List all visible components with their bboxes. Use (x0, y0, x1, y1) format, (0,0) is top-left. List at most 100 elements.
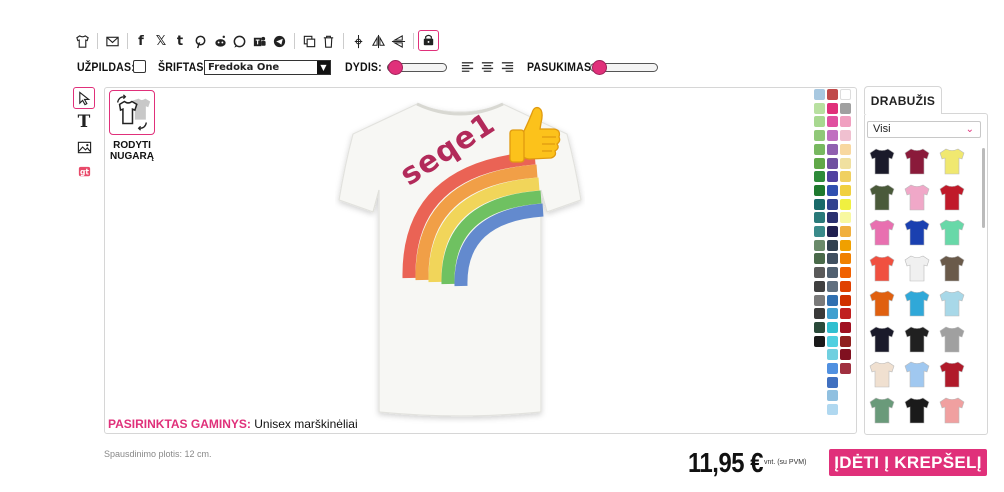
color-swatch[interactable] (814, 212, 825, 224)
flip-vertical-icon[interactable] (388, 31, 408, 51)
garment-item[interactable] (867, 253, 897, 283)
color-swatch[interactable] (814, 321, 825, 333)
color-swatch[interactable] (827, 321, 838, 333)
color-swatch[interactable] (827, 267, 838, 279)
color-swatch[interactable] (814, 171, 825, 183)
color-swatch[interactable] (827, 376, 838, 388)
garment-item[interactable] (902, 288, 932, 318)
color-swatch[interactable] (827, 239, 838, 251)
color-swatch[interactable] (814, 116, 825, 128)
color-swatch[interactable] (814, 102, 825, 114)
color-swatch[interactable] (814, 198, 825, 210)
color-swatch[interactable] (827, 280, 838, 292)
facebook-icon[interactable]: f (131, 31, 151, 51)
garment-item[interactable] (902, 359, 932, 389)
font-select[interactable]: Fredoka One ▼ (204, 60, 331, 75)
color-swatch[interactable] (814, 143, 825, 155)
color-swatch[interactable] (814, 294, 825, 306)
color-swatch[interactable] (827, 130, 838, 142)
color-swatch[interactable] (814, 253, 825, 265)
color-swatch[interactable] (840, 267, 851, 279)
telegram-icon[interactable] (269, 31, 289, 51)
garment-item[interactable] (937, 359, 967, 389)
color-swatch[interactable] (827, 308, 838, 320)
garment-item[interactable] (902, 182, 932, 212)
color-swatch[interactable] (827, 212, 838, 224)
rotation-slider-knob[interactable] (591, 60, 607, 75)
image-icon[interactable] (102, 31, 122, 51)
color-swatch[interactable] (827, 349, 838, 361)
color-swatch[interactable] (827, 335, 838, 347)
size-slider-knob[interactable] (388, 60, 404, 75)
color-swatch[interactable] (840, 143, 851, 155)
garment-item[interactable] (937, 395, 967, 425)
garment-item[interactable] (867, 288, 897, 318)
garment-item[interactable] (902, 395, 932, 425)
garment-item[interactable] (867, 146, 897, 176)
align-center-icon[interactable] (477, 57, 497, 77)
color-swatch[interactable] (840, 349, 851, 361)
color-swatch[interactable] (840, 102, 851, 114)
color-swatch[interactable] (840, 335, 851, 347)
garment-item[interactable] (867, 182, 897, 212)
color-swatch[interactable] (840, 212, 851, 224)
color-swatch[interactable] (827, 404, 838, 416)
color-swatch[interactable] (827, 89, 838, 100)
garment-item[interactable] (867, 324, 897, 354)
color-swatch[interactable] (827, 390, 838, 402)
color-swatch[interactable] (840, 157, 851, 169)
copy-icon[interactable] (299, 31, 319, 51)
color-swatch[interactable] (827, 294, 838, 306)
color-swatch[interactable] (827, 143, 838, 155)
garment-item[interactable] (902, 324, 932, 354)
color-swatch[interactable] (814, 280, 825, 292)
color-swatch[interactable] (814, 267, 825, 279)
color-swatch[interactable] (827, 198, 838, 210)
sticker-icon[interactable]: gt (73, 160, 95, 182)
color-swatch[interactable] (840, 116, 851, 128)
color-swatch[interactable] (814, 308, 825, 320)
garment-item[interactable] (937, 146, 967, 176)
color-swatch[interactable] (814, 239, 825, 251)
color-swatch[interactable] (840, 280, 851, 292)
garment-scrollbar[interactable] (982, 148, 985, 228)
cursor-icon[interactable] (73, 87, 95, 109)
garment-item[interactable] (902, 146, 932, 176)
garment-item[interactable] (937, 182, 967, 212)
color-swatch[interactable] (814, 89, 825, 100)
color-swatch[interactable] (814, 130, 825, 142)
whatsapp-icon[interactable] (229, 31, 249, 51)
lock-layer-icon[interactable] (418, 30, 439, 51)
color-swatch[interactable] (827, 157, 838, 169)
color-swatch[interactable] (840, 130, 851, 142)
garment-item[interactable] (902, 253, 932, 283)
add-to-cart-button[interactable]: ĮDĖTI Į KREPŠELĮ (829, 449, 987, 476)
color-swatch[interactable] (827, 116, 838, 128)
garment-item[interactable] (937, 288, 967, 318)
trash-icon[interactable] (318, 31, 338, 51)
thumbs-up-emoji[interactable] (506, 103, 564, 169)
teams-icon[interactable] (249, 31, 269, 51)
color-swatch[interactable] (840, 198, 851, 210)
show-back-button[interactable] (109, 90, 155, 135)
color-swatch[interactable] (840, 321, 851, 333)
x-icon[interactable]: 𝕏 (151, 31, 171, 51)
color-swatch[interactable] (814, 335, 825, 347)
color-swatch[interactable] (827, 253, 838, 265)
color-swatch[interactable] (840, 89, 851, 100)
align-left-icon[interactable] (457, 57, 477, 77)
color-swatch[interactable] (827, 363, 838, 374)
size-slider[interactable] (387, 60, 447, 75)
color-swatch[interactable] (840, 226, 851, 237)
tab-garment[interactable]: DRABUŽIS (864, 86, 942, 114)
color-swatch[interactable] (827, 102, 838, 114)
garment-item[interactable] (867, 359, 897, 389)
garment-item[interactable] (867, 217, 897, 247)
color-swatch[interactable] (827, 171, 838, 183)
align-right-icon[interactable] (497, 57, 517, 77)
rotation-slider[interactable] (590, 60, 658, 75)
tshirt-icon[interactable] (72, 31, 92, 51)
garment-filter-select[interactable]: Visi ⌄ (867, 121, 981, 138)
color-swatch[interactable] (840, 308, 851, 320)
color-swatch[interactable] (840, 253, 851, 265)
